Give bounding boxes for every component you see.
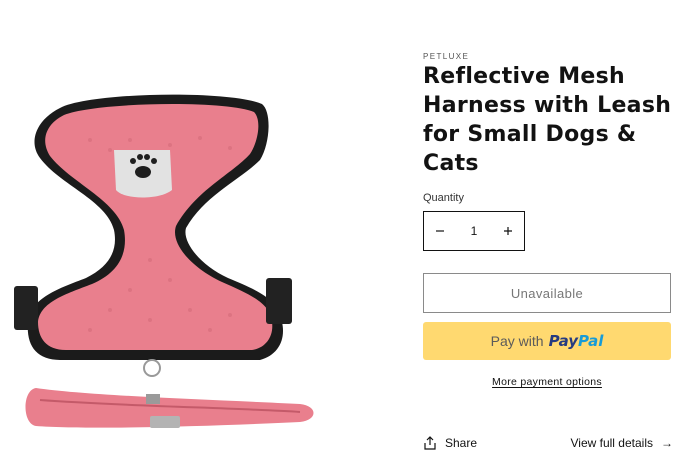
product-info: PETLUXE Reflective Mesh Harness with Lea…	[423, 0, 673, 465]
view-full-details-link[interactable]: View full details →	[571, 436, 674, 450]
plus-icon	[504, 227, 512, 235]
share-label: Share	[445, 436, 478, 450]
quantity-decrease-button[interactable]	[424, 212, 456, 250]
quantity-stepper: 1	[423, 211, 525, 251]
quantity-label: Quantity	[423, 192, 464, 204]
arrow-right-icon: →	[661, 436, 673, 450]
more-payment-options: More payment options	[423, 376, 671, 388]
unavailable-button[interactable]: Unavailable	[423, 273, 671, 313]
quantity-increase-button[interactable]	[492, 212, 524, 250]
paypal-logo: PayPal	[548, 332, 604, 350]
paypal-button[interactable]: Pay with PayPal	[423, 322, 671, 360]
minus-icon	[436, 230, 444, 232]
quantity-input[interactable]: 1	[456, 224, 492, 238]
share-icon	[424, 436, 436, 450]
product-title: Reflective Mesh Harness with Leash for S…	[423, 64, 672, 176]
paypal-prefix: Pay with	[490, 333, 544, 349]
product-image[interactable]	[0, 60, 370, 465]
share-button[interactable]: Share	[423, 436, 477, 450]
view-full-details-label: View full details	[570, 436, 654, 450]
more-payment-options-link[interactable]: More payment options	[492, 376, 602, 388]
product-vendor: PETLUXE	[423, 52, 470, 61]
